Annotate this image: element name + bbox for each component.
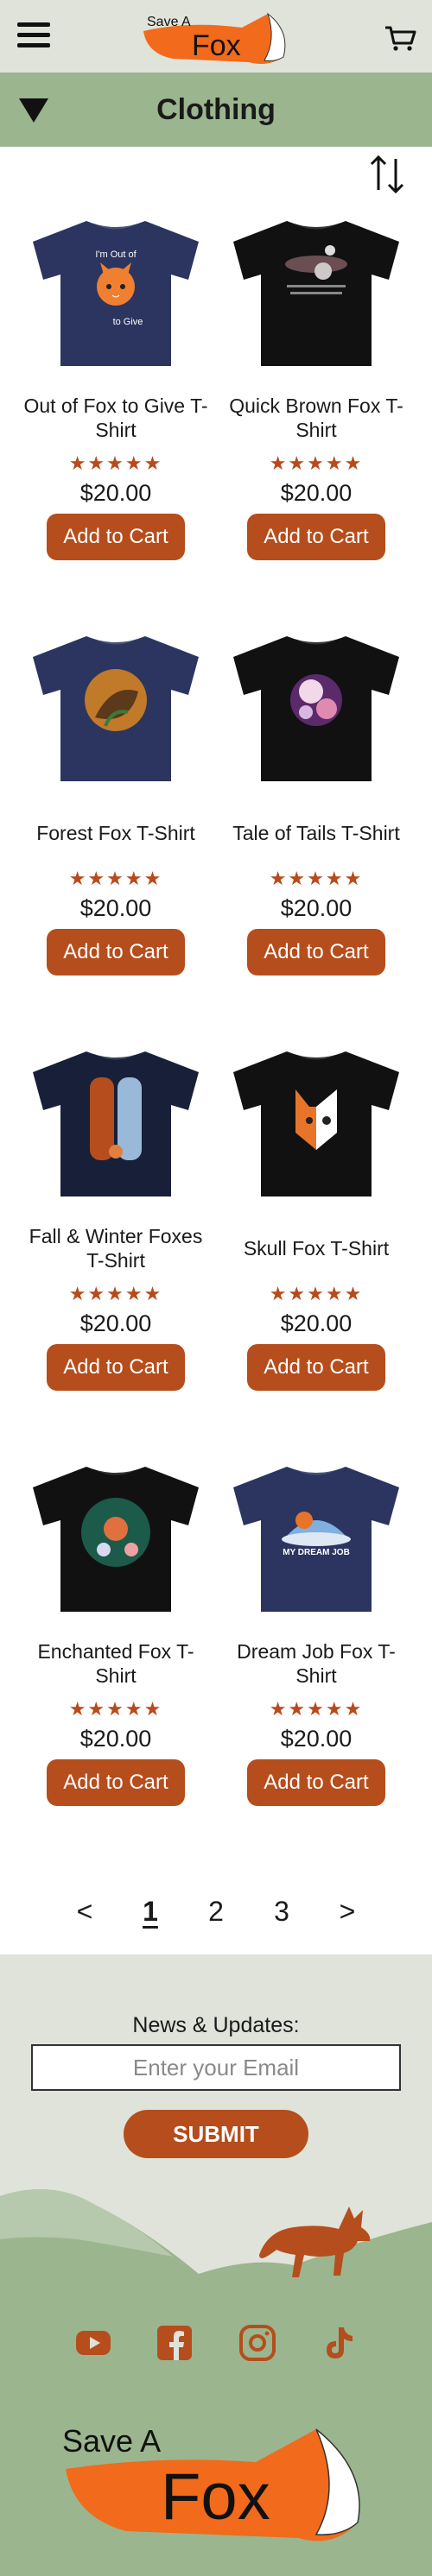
product-card: Fall & Winter Foxes T-Shirt ★★★★★ $20.00 Ad… xyxy=(16,1038,216,1453)
dropdown-triangle-icon[interactable] xyxy=(19,95,48,124)
page-2-button[interactable]: 2 xyxy=(183,1896,249,1928)
add-to-cart-button[interactable]: Add to Cart xyxy=(247,514,385,560)
top-bar: Save A Fox xyxy=(0,0,432,73)
product-price: $20.00 xyxy=(79,1726,152,1752)
product-image[interactable] xyxy=(26,622,206,786)
product-price: $20.00 xyxy=(280,1310,353,1336)
footer-logo-text-bottom: Fox xyxy=(161,2460,270,2534)
product-price: $20.00 xyxy=(280,480,353,506)
product-name[interactable]: Enchanted Fox T-Shirt xyxy=(21,1636,211,1691)
product-price: $20.00 xyxy=(280,895,353,921)
pagination: < 1 2 3 > xyxy=(0,1868,432,1954)
instagram-icon[interactable] xyxy=(238,2324,276,2362)
youtube-icon[interactable] xyxy=(74,2324,112,2362)
next-page-button[interactable]: > xyxy=(314,1896,380,1928)
product-name[interactable]: Fall & Winter Foxes T-Shirt xyxy=(21,1221,211,1276)
shirt-art-text: to Give xyxy=(113,317,143,327)
product-image[interactable] xyxy=(26,1038,206,1202)
footer: News & Updates: SUBMIT Save A Fox xyxy=(0,1954,432,2576)
header-logo[interactable]: Save A Fox xyxy=(138,5,294,69)
rating-stars: ★★★★★ xyxy=(269,452,364,474)
product-price: $20.00 xyxy=(79,480,152,506)
product-card: Skull Fox T-Shirt ★★★★★ $20.00 Add to Cart xyxy=(216,1038,416,1453)
page-3-button[interactable]: 3 xyxy=(249,1896,314,1928)
product-image[interactable]: I'm Out of to Give xyxy=(26,207,206,371)
product-image[interactable] xyxy=(26,1453,206,1617)
rating-stars: ★★★★★ xyxy=(68,1698,163,1720)
product-grid: I'm Out of to Give Out of Fox to Give T-Sh… xyxy=(0,207,432,1868)
product-image[interactable] xyxy=(226,207,406,371)
rating-stars: ★★★★★ xyxy=(269,1283,364,1304)
rating-stars: ★★★★★ xyxy=(269,1698,364,1720)
product-image[interactable]: MY DREAM JOB xyxy=(226,1453,406,1617)
product-image[interactable] xyxy=(226,622,406,786)
hamburger-icon[interactable] xyxy=(17,22,50,50)
product-card: Tale of Tails T-Shirt ★★★★★ $20.00 Add to C… xyxy=(216,622,416,1038)
product-price: $20.00 xyxy=(79,895,152,921)
rating-stars: ★★★★★ xyxy=(68,1283,163,1304)
product-card: Enchanted Fox T-Shirt ★★★★★ $20.00 Add to C… xyxy=(16,1453,216,1868)
product-name[interactable]: Skull Fox T-Shirt xyxy=(221,1221,411,1276)
product-name[interactable]: Dream Job Fox T-Shirt xyxy=(221,1636,411,1691)
product-name[interactable]: Forest Fox T-Shirt xyxy=(21,805,211,861)
add-to-cart-button[interactable]: Add to Cart xyxy=(47,514,185,560)
add-to-cart-button[interactable]: Add to Cart xyxy=(47,929,185,975)
product-name[interactable]: Out of Fox to Give T-Shirt xyxy=(21,390,211,445)
add-to-cart-button[interactable]: Add to Cart xyxy=(247,1759,385,1806)
product-card: I'm Out of to Give Out of Fox to Give T-Sh… xyxy=(16,207,216,622)
tiktok-icon[interactable] xyxy=(318,2324,356,2362)
cart-icon[interactable] xyxy=(384,24,416,52)
product-card: Forest Fox T-Shirt ★★★★★ $20.00 Add to Cart xyxy=(16,622,216,1038)
news-title: News & Updates: xyxy=(132,2013,300,2037)
category-bar: Clothing xyxy=(0,73,432,147)
product-price: $20.00 xyxy=(79,1310,152,1336)
rating-stars: ★★★★★ xyxy=(68,868,163,889)
shirt-art-text: MY DREAM JOB xyxy=(283,1548,350,1557)
product-image[interactable] xyxy=(226,1038,406,1202)
rating-stars: ★★★★★ xyxy=(68,452,163,474)
category-title: Clothing xyxy=(156,92,276,126)
email-field[interactable] xyxy=(31,2044,401,2091)
header-logo-text-bottom: Fox xyxy=(192,29,241,62)
product-name[interactable]: Tale of Tails T-Shirt xyxy=(221,805,411,861)
page-1-button[interactable]: 1 xyxy=(118,1896,183,1928)
add-to-cart-button[interactable]: Add to Cart xyxy=(247,1344,385,1391)
shirt-art-text: I'm Out of xyxy=(95,249,137,260)
product-price: $20.00 xyxy=(280,1726,353,1752)
add-to-cart-button[interactable]: Add to Cart xyxy=(247,929,385,975)
header-logo-text-top: Save A xyxy=(147,15,191,29)
product-name[interactable]: Quick Brown Fox T-Shirt xyxy=(221,390,411,445)
sort-row xyxy=(0,147,432,207)
facebook-icon[interactable] xyxy=(156,2324,194,2362)
add-to-cart-button[interactable]: Add to Cart xyxy=(47,1344,185,1391)
footer-logo-text-top: Save A xyxy=(62,2423,161,2459)
product-card: MY DREAM JOB Dream Job Fox T-Shirt ★★★★★ $2… xyxy=(216,1453,416,1868)
footer-logo[interactable]: Save A Fox xyxy=(57,2410,377,2557)
add-to-cart-button[interactable]: Add to Cart xyxy=(47,1759,185,1806)
prev-page-button[interactable]: < xyxy=(52,1896,118,1928)
sort-icon[interactable] xyxy=(368,154,406,195)
product-card: Quick Brown Fox T-Shirt ★★★★★ $20.00 Add to… xyxy=(216,207,416,622)
rating-stars: ★★★★★ xyxy=(269,868,364,889)
